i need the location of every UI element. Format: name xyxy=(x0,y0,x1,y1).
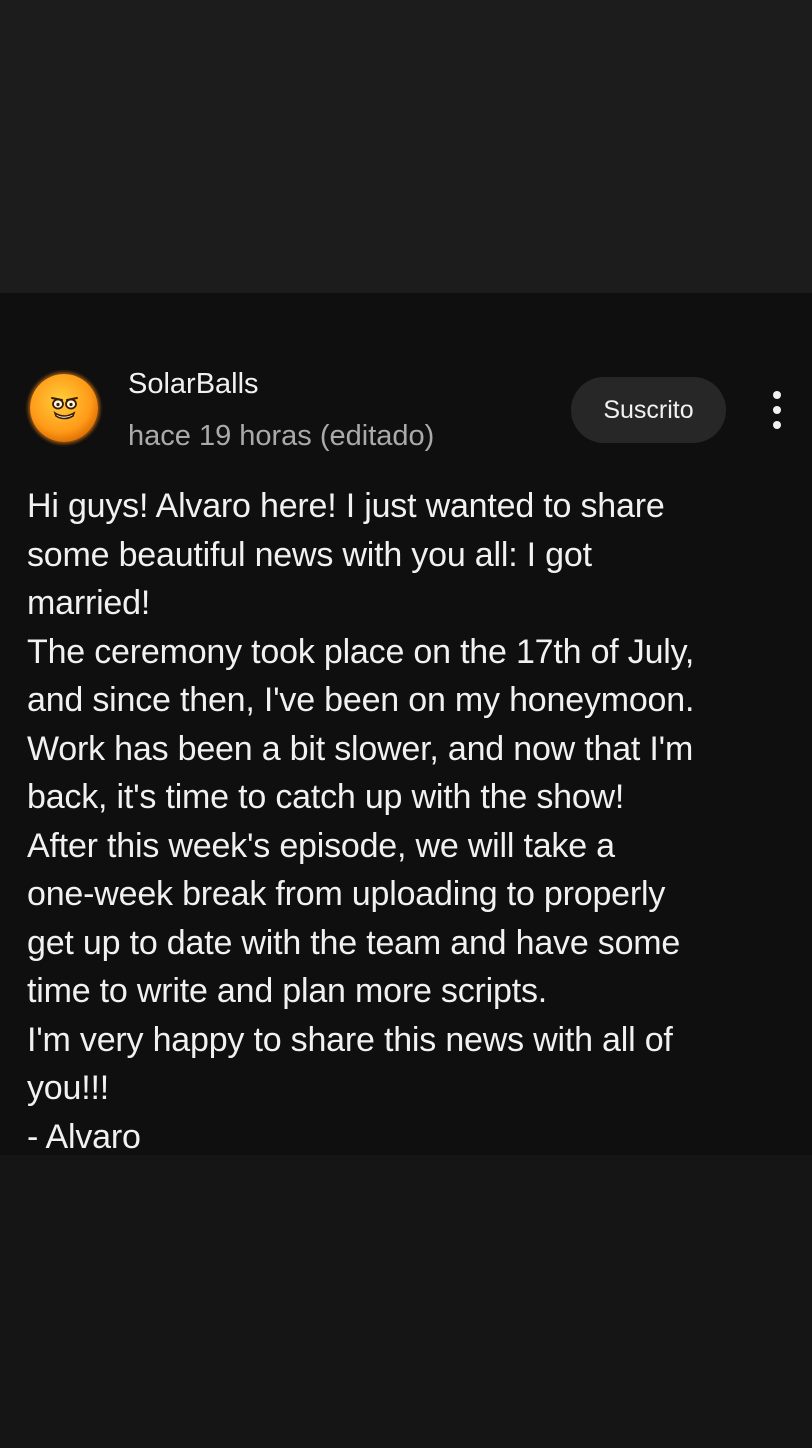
post-body-line: you!!! xyxy=(27,1069,109,1107)
post-body-line: time to write and plan more scripts. xyxy=(27,972,547,1010)
post-body-line: I'm very happy to share this news with a… xyxy=(27,1020,673,1059)
post-body-line: After this week's episode, we will take … xyxy=(27,826,615,865)
more-dot xyxy=(773,406,781,414)
post-body-line: Hi guys! Alvaro here! I just wanted to s… xyxy=(27,487,665,525)
channel-name[interactable]: SolarBalls xyxy=(128,368,259,401)
post-body-line: some beautiful news with you all: I got xyxy=(27,535,592,574)
more-vert-icon[interactable] xyxy=(760,387,794,433)
more-dot xyxy=(773,421,781,429)
subscribed-button[interactable]: Suscrito xyxy=(571,377,726,443)
more-dot xyxy=(773,391,781,399)
post-body-line: back, it's time to catch up with the sho… xyxy=(27,778,625,816)
sun-face-icon xyxy=(51,397,78,420)
post-body: Hi guys! Alvaro here! I just wanted to s… xyxy=(27,482,797,1161)
post-timestamp: hace 19 horas (editado) xyxy=(128,420,435,452)
post-body-line: Work has been a bit slower, and now that… xyxy=(27,729,694,768)
video-area-top xyxy=(0,0,812,293)
post-body-line: - Alvaro xyxy=(27,1117,141,1156)
post-body-line: The ceremony took place on the 17th of J… xyxy=(27,632,695,671)
video-area-bottom xyxy=(0,1155,812,1448)
community-post: SolarBalls hace 19 horas (editado) Suscr… xyxy=(0,293,812,1156)
post-body-line: married! xyxy=(27,584,151,622)
post-body-line: get up to date with the team and have so… xyxy=(27,923,681,962)
post-body-line: one-week break from uploading to properl… xyxy=(27,875,666,913)
post-body-line: and since then, I've been on my honeymoo… xyxy=(27,681,695,719)
channel-avatar[interactable] xyxy=(30,374,98,442)
